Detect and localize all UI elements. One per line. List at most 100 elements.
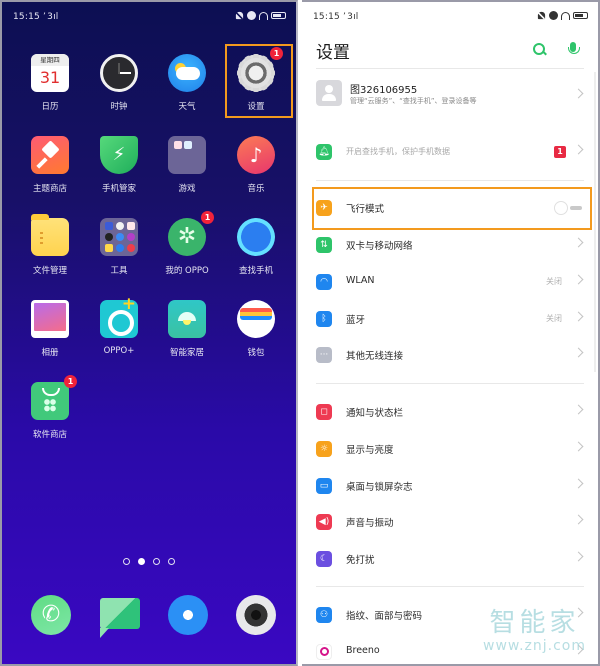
app-clock[interactable]: 时钟	[87, 54, 151, 112]
settings-row-breeno[interactable]: Breeno	[316, 640, 588, 664]
smart-home-icon	[168, 300, 206, 338]
weather-icon	[168, 54, 206, 92]
app-smart-home[interactable]: 智能家居	[155, 300, 219, 358]
row-label: 显示与亮度	[346, 445, 394, 456]
app-phone-manager[interactable]: 手机管家	[87, 136, 151, 194]
tool-app-icon	[127, 244, 135, 252]
bell-icon: 🔔︎	[316, 144, 332, 160]
game-app-icon	[184, 141, 192, 149]
app-oppo-plus[interactable]: OPPO+	[87, 294, 151, 356]
account-subtitle: 管理“云服务”、“查找手机”、登录设备等	[350, 97, 477, 105]
app-store-icon: 1	[31, 375, 77, 420]
microphone-icon[interactable]	[564, 40, 582, 58]
app-music[interactable]: 音乐	[224, 136, 288, 194]
app-label: 音乐	[247, 184, 265, 194]
gear-core	[241, 58, 271, 88]
sound-icon: ◀)	[316, 514, 332, 530]
music-icon	[237, 136, 275, 174]
status-bar: 15:15 ’ 3ıl	[2, 2, 296, 28]
app-label: 手机管家	[101, 184, 136, 194]
app-store[interactable]: 1 软件商店	[18, 375, 82, 440]
calendar-day: 31	[39, 68, 61, 87]
account-row[interactable]: 图326106955 管理“云服务”、“查找手机”、登录设备等	[316, 79, 588, 111]
calendar-weekday: 星期四	[31, 54, 69, 66]
section-divider	[316, 586, 584, 587]
tool-app-icon	[105, 233, 113, 241]
chevron-right-icon	[573, 514, 584, 525]
header-divider	[316, 68, 584, 69]
app-find-phone[interactable]: 查找手机	[224, 218, 288, 276]
row-label: 蓝牙	[346, 315, 366, 326]
row-value: 关闭	[546, 314, 562, 323]
notification-badge: 1	[64, 375, 77, 388]
settings-row-wlan[interactable]: ◠ WLAN 关闭	[316, 270, 588, 294]
home-screen: 15:15 ’ 3ıl 星期四 31 日历 时钟 天气 1 设置 主题商店 ⚡ …	[0, 0, 298, 666]
find-phone-notice-row[interactable]: 🔔︎ 开启查找手机，保护手机数据 1	[316, 140, 588, 164]
settings-row-bluetooth[interactable]: ᛒ 蓝牙 关闭	[316, 307, 588, 331]
app-photos[interactable]: 相册	[18, 300, 82, 358]
chevron-right-icon	[573, 274, 584, 285]
chevron-right-icon	[573, 404, 584, 415]
app-calendar[interactable]: 星期四 31 日历	[18, 54, 82, 112]
fingerprint-face-icon: ⚇	[316, 607, 332, 623]
oppo-plus-icon	[100, 294, 138, 338]
page-dot[interactable]	[153, 558, 160, 565]
theme-store-icon	[31, 136, 69, 174]
page-dot[interactable]	[168, 558, 175, 565]
app-label: OPPO+	[103, 346, 135, 356]
folder-games[interactable]: 游戏	[155, 136, 219, 194]
folder-tools[interactable]: 工具	[87, 218, 151, 276]
signal-indicator: ’ 3ıl	[43, 12, 59, 22]
app-settings[interactable]: 1 设置	[224, 47, 288, 112]
settings-row-sound[interactable]: ◀) 声音与振动	[316, 510, 588, 534]
app-weather[interactable]: 天气	[155, 54, 219, 112]
app-theme-store[interactable]: 主题商店	[18, 136, 82, 194]
app-my-oppo[interactable]: 1 我的 OPPO	[155, 211, 219, 276]
dock-messages-icon[interactable]	[100, 598, 140, 638]
wallet-icon	[237, 300, 275, 338]
chevron-right-icon	[573, 607, 584, 618]
status-icons	[235, 11, 286, 20]
battery-icon	[271, 12, 286, 19]
app-label: 游戏	[178, 184, 196, 194]
page-dot[interactable]	[123, 558, 130, 565]
settings-row-notifications[interactable]: ◻ 通知与状态栏	[316, 400, 588, 424]
notice-text: 开启查找手机，保护手机数据	[346, 147, 450, 156]
section-divider	[316, 383, 584, 384]
app-file-manager[interactable]: 文件管理	[18, 214, 82, 276]
scrollbar[interactable]	[594, 72, 596, 372]
brightness-icon: ☼	[316, 441, 332, 457]
page-indicator[interactable]	[2, 558, 296, 565]
row-label: 其他无线连接	[346, 351, 404, 362]
settings-row-other-wireless[interactable]: ··· 其他无线连接	[316, 343, 588, 367]
status-time: 15:15 ’ 3ıl	[313, 12, 358, 22]
tool-app-icon	[127, 233, 135, 241]
settings-row-wallpaper[interactable]: ▭ 桌面与锁屏杂志	[316, 474, 588, 498]
settings-row-security[interactable]: ⚇ 指纹、面部与密码	[316, 603, 588, 627]
app-wallet[interactable]: 钱包	[224, 300, 288, 358]
app-label: 天气	[178, 102, 196, 112]
settings-row-do-not-disturb[interactable]: ☾ 免打扰	[316, 547, 588, 571]
app-label: 工具	[110, 266, 128, 276]
signal-indicator: ’ 3ıl	[343, 12, 359, 22]
clock-icon	[100, 54, 138, 92]
chevron-right-icon	[573, 441, 584, 452]
sim-data-icon: ⇅	[316, 237, 332, 253]
dock-browser-icon[interactable]	[168, 595, 208, 635]
page-dot-active[interactable]	[138, 558, 145, 565]
games-folder-icon	[168, 136, 206, 174]
settings-row-display[interactable]: ☼ 显示与亮度	[316, 437, 588, 461]
row-label: 声音与振动	[346, 518, 394, 529]
dock-camera-icon[interactable]	[236, 595, 276, 635]
dock-phone-icon[interactable]	[31, 595, 71, 635]
settings-row-sim-network[interactable]: ⇅ 双卡与移动网络	[316, 233, 588, 257]
settings-row-airplane-mode[interactable]: ✈ 飞行模式	[316, 196, 588, 220]
airplane-mode-toggle[interactable]	[552, 201, 582, 215]
app-label: 时钟	[110, 102, 128, 112]
notice-badge: 1	[554, 146, 566, 158]
tool-app-icon	[116, 244, 124, 252]
chevron-right-icon	[573, 551, 584, 562]
search-icon[interactable]	[530, 40, 548, 58]
app-label: 日历	[41, 102, 59, 112]
tool-app-icon	[116, 222, 124, 230]
